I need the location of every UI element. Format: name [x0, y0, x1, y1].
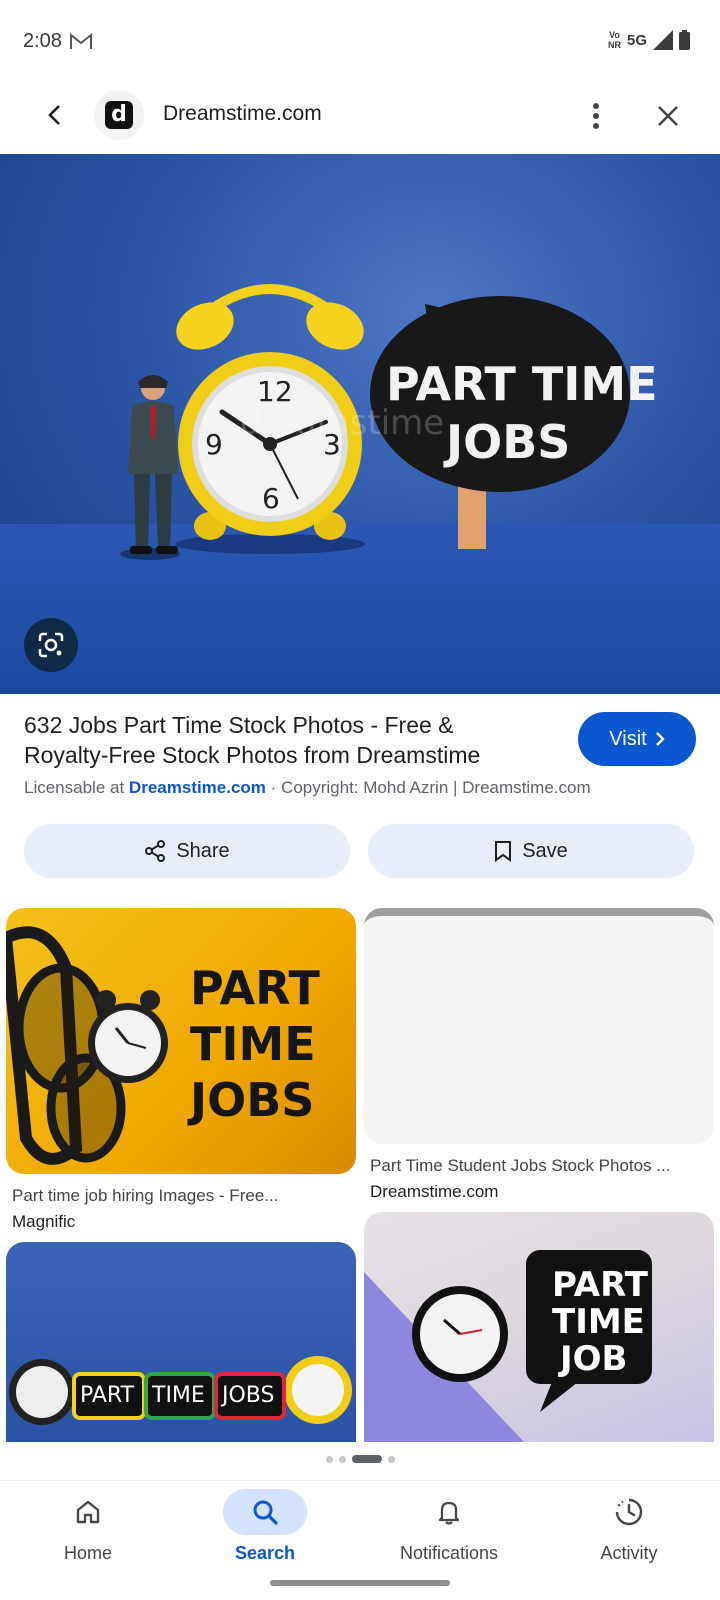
bookmark-icon — [495, 841, 512, 862]
share-label: Share — [176, 839, 230, 862]
clock-bubble-illustration — [364, 1250, 652, 1442]
nav-activity-label: Activity — [600, 1543, 658, 1563]
img1-text-time: TIME — [190, 1017, 316, 1071]
img1-text-jobs: JOBS — [190, 1073, 315, 1127]
copyright-text: · Copyright: Mohd Azrin | Dreamstime.com — [265, 778, 591, 797]
nav-search-label: Search — [234, 1543, 296, 1563]
close-icon — [658, 106, 678, 126]
battery-icon — [679, 30, 690, 50]
visit-button[interactable]: Visit — [578, 712, 696, 766]
related-image-3[interactable]: PART TIME JOBS — [6, 1242, 356, 1442]
share-button[interactable]: Share — [24, 824, 350, 878]
nav-search[interactable]: Search — [185, 1489, 345, 1564]
img3-text-part: PART — [80, 1383, 135, 1408]
license-link[interactable]: Dreamstime.com — [129, 778, 266, 797]
image-pager-dots — [0, 1455, 720, 1463]
pager-dot — [338, 1455, 346, 1463]
back-button[interactable] — [38, 98, 72, 132]
google-lens-button[interactable] — [24, 618, 78, 672]
related-source-2: Dreamstime.com — [370, 1182, 499, 1201]
nav-activity-icon-wrap — [587, 1489, 671, 1535]
result-title[interactable]: 632 Jobs Part Time Stock Photos - Free &… — [24, 710, 544, 770]
preview-image[interactable]: PART TIME JOBS 12 9 3 6 dreamstime — [0, 154, 720, 694]
clock-number-9: 9 — [205, 428, 223, 461]
search-icon — [253, 1500, 278, 1525]
img4-text-job: JOB — [560, 1339, 628, 1379]
chevron-right-icon — [655, 732, 665, 746]
signal-icon — [653, 30, 673, 50]
license-line: Licensable at Dreamstime.com · Copyright… — [24, 778, 591, 798]
img4-text-part: PART — [552, 1265, 648, 1305]
sign-text-line2: JOBS — [446, 415, 571, 469]
watermark-text: dreamstime — [240, 403, 445, 443]
related-image-4[interactable]: PART TIME JOB — [364, 1212, 714, 1442]
save-button[interactable]: Save — [368, 824, 694, 878]
related-caption-1[interactable]: Part time job hiring Images - Free... — [12, 1186, 352, 1206]
clock-number-6: 6 — [262, 482, 280, 515]
related-image-2[interactable] — [364, 908, 714, 1144]
more-options-button[interactable] — [578, 96, 614, 136]
nav-search-icon-wrap — [223, 1489, 307, 1535]
status-indicators: Vo​ NR 5G — [608, 30, 690, 50]
google-lens-icon — [38, 632, 64, 658]
img4-text-time: TIME — [552, 1302, 645, 1342]
nav-activity[interactable]: Activity — [549, 1489, 709, 1564]
license-prefix: Licensable at — [24, 778, 125, 797]
back-arrow-icon — [48, 105, 60, 125]
pager-dot — [387, 1455, 395, 1463]
img3-text-time: TIME — [152, 1383, 205, 1408]
nav-notifications[interactable]: Notifications — [369, 1489, 529, 1564]
home-icon — [76, 1500, 100, 1524]
more-vert-icon — [593, 103, 599, 129]
related-image-1[interactable]: PART TIME JOBS — [6, 908, 356, 1174]
save-label: Save — [522, 839, 568, 862]
favicon-letter: d — [105, 101, 133, 129]
img1-text-part: PART — [190, 961, 320, 1015]
businessman-figurine — [120, 375, 180, 560]
gmail-icon — [70, 33, 92, 49]
viewer-header: d Dreamstime.com — [0, 84, 720, 154]
site-favicon: d — [94, 90, 144, 140]
pager-dot — [325, 1455, 333, 1463]
close-button[interactable] — [648, 96, 688, 136]
nav-home-label: Home — [63, 1543, 112, 1563]
bell-icon — [438, 1501, 460, 1525]
clocks-sign-illustration — [9, 1356, 352, 1425]
volte-bottom: NR — [607, 40, 621, 50]
status-bar: 2:08 Vo​ NR 5G — [0, 0, 720, 84]
activity-icon — [615, 1498, 643, 1526]
img3-text-jobs: JOBS — [222, 1383, 275, 1408]
site-name[interactable]: Dreamstime.com — [163, 102, 322, 126]
network-type: 5G — [626, 31, 647, 49]
visit-label: Visit — [609, 727, 647, 750]
volte-indicator: Vo​ NR — [608, 30, 621, 50]
gesture-nav-bar[interactable] — [270, 1580, 450, 1586]
nav-home-icon-wrap — [46, 1489, 130, 1535]
related-source-1: Magnific — [12, 1212, 76, 1231]
clock-number-12: 12 — [257, 375, 293, 408]
nav-notifications-icon-wrap — [407, 1489, 491, 1535]
sign-text-line1: PART TIME — [386, 357, 658, 411]
volte-top: Vo​ — [609, 30, 620, 40]
status-time: 2:08 — [23, 30, 62, 52]
nav-notifications-label: Notifications — [399, 1543, 499, 1563]
pager-dot — [351, 1455, 382, 1463]
share-icon — [145, 840, 166, 862]
related-caption-2[interactable]: Part Time Student Jobs Stock Photos ... — [370, 1156, 714, 1176]
nav-home[interactable]: Home — [8, 1489, 168, 1564]
